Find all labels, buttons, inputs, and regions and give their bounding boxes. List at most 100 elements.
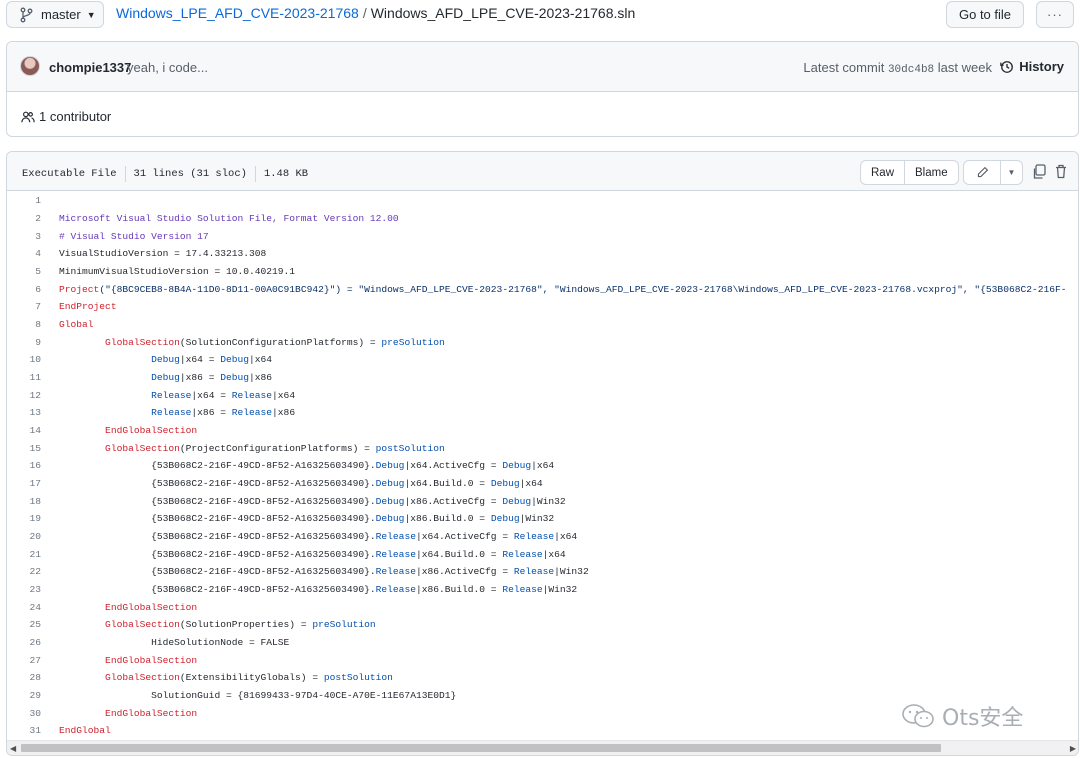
code-token: {53B068C2-216F-49CD-8F52-A16325603490}. (59, 531, 376, 543)
line-number[interactable]: 9 (7, 337, 41, 348)
code-token: Debug (375, 495, 405, 507)
commit-sha-link[interactable]: 30dc4b8 (888, 64, 934, 76)
line-content: {53B068C2-216F-49CD-8F52-A16325603490}.R… (41, 584, 577, 595)
code-token: Debug (502, 460, 532, 472)
line-number[interactable]: 8 (7, 319, 41, 330)
line-number[interactable]: 30 (7, 708, 41, 719)
line-number[interactable]: 4 (7, 248, 41, 259)
line-number[interactable]: 21 (7, 549, 41, 560)
line-number[interactable]: 14 (7, 425, 41, 436)
go-to-file-button[interactable]: Go to file (946, 1, 1024, 28)
blame-button[interactable]: Blame (904, 161, 958, 184)
line-number[interactable]: 29 (7, 690, 41, 701)
line-content: EndGlobalSection (41, 602, 197, 613)
raw-button[interactable]: Raw (861, 161, 904, 184)
code-token: SolutionGuid = {81699433-97D4-40CE-A70E-… (59, 690, 457, 702)
history-icon (1000, 60, 1014, 73)
line-number[interactable]: 12 (7, 390, 41, 401)
horizontal-scrollbar[interactable]: ◀ ▶ (7, 740, 1078, 755)
code-token: |x86 (272, 407, 296, 419)
copy-icon[interactable] (1032, 164, 1046, 180)
line-content: HideSolutionNode = FALSE (41, 637, 289, 648)
code-line: 7 EndProject (7, 298, 1078, 316)
history-link[interactable]: History (1000, 59, 1064, 74)
code-token: |x64 (249, 354, 273, 366)
line-number[interactable]: 17 (7, 478, 41, 489)
repo-link[interactable]: Windows_LPE_AFD_CVE-2023-21768 (116, 5, 359, 21)
code-line: 21 {53B068C2-216F-49CD-8F52-A16325603490… (7, 545, 1078, 563)
code-line: 18 {53B068C2-216F-49CD-8F52-A16325603490… (7, 492, 1078, 510)
code-token: Debug (59, 354, 180, 366)
branch-selector-button[interactable]: master ▼ (6, 1, 104, 28)
code-token: postSolution (323, 672, 393, 684)
code-token: EndGlobalSection (59, 425, 198, 437)
commit-author-link[interactable]: chompie1337 (49, 60, 131, 75)
code-line: 14 EndGlobalSection (7, 422, 1078, 440)
avatar[interactable] (20, 56, 40, 76)
code-line: 17 {53B068C2-216F-49CD-8F52-A16325603490… (7, 475, 1078, 493)
view-button-group: Raw Blame (860, 160, 959, 185)
code-token: GlobalSection (59, 672, 180, 684)
line-number[interactable]: 28 (7, 672, 41, 683)
line-number[interactable]: 22 (7, 566, 41, 577)
line-number[interactable]: 7 (7, 301, 41, 312)
line-number[interactable]: 23 (7, 584, 41, 595)
line-number[interactable]: 19 (7, 513, 41, 524)
line-number[interactable]: 6 (7, 284, 41, 295)
code-token: Project (59, 283, 100, 295)
code-token: |x64 = (191, 389, 232, 401)
line-number[interactable]: 27 (7, 655, 41, 666)
scrollbar-thumb[interactable] (21, 744, 941, 752)
line-number[interactable]: 3 (7, 231, 41, 242)
code-line: 1 (7, 192, 1078, 210)
breadcrumb-separator: / (362, 5, 367, 21)
line-number[interactable]: 1 (7, 195, 41, 206)
code-token: Release (59, 407, 192, 419)
code-line: 5 MinimumVisualStudioVersion = 10.0.40219… (7, 263, 1078, 281)
code-token: |x64 (519, 478, 543, 490)
code-token: HideSolutionNode = FALSE (59, 637, 290, 649)
code-token: (ProjectConfigurationPlatforms) = (179, 442, 376, 454)
line-number[interactable]: 24 (7, 602, 41, 613)
line-number[interactable]: 20 (7, 531, 41, 542)
line-number[interactable]: 18 (7, 496, 41, 507)
scroll-right-arrow-icon[interactable]: ▶ (1070, 744, 1076, 753)
contributors-link[interactable]: 1 contributor (21, 109, 111, 124)
code-token: Release (375, 531, 416, 543)
code-token: EndGlobal (59, 725, 111, 737)
code-token: Debug (490, 513, 520, 525)
line-number[interactable]: 26 (7, 637, 41, 648)
trash-icon[interactable] (1055, 164, 1067, 179)
line-content: {53B068C2-216F-49CD-8F52-A16325603490}.D… (41, 478, 543, 489)
code-line: 25 GlobalSection(SolutionProperties) = p… (7, 616, 1078, 634)
code-token: {53B068C2-216F-49CD-8F52-A16325603490}. (59, 460, 376, 472)
code-token: EndProject (59, 301, 117, 313)
code-token: |x86.Build.0 = (415, 584, 503, 596)
pencil-icon (977, 166, 988, 178)
line-number[interactable]: 13 (7, 407, 41, 418)
line-number[interactable]: 5 (7, 266, 41, 277)
code-token: GlobalSection (59, 619, 180, 631)
line-content: Debug|x86 = Debug|x86 (41, 372, 272, 383)
line-content: {53B068C2-216F-49CD-8F52-A16325603490}.R… (41, 549, 566, 560)
git-branch-icon (19, 7, 35, 23)
line-number[interactable]: 10 (7, 354, 41, 365)
edit-dropdown-button[interactable]: ▼ (1000, 161, 1022, 184)
line-number[interactable]: 25 (7, 619, 41, 630)
commit-message-link[interactable]: yeah, i code... (127, 60, 208, 75)
line-number[interactable]: 16 (7, 460, 41, 471)
breadcrumb: Windows_LPE_AFD_CVE-2023-21768/Windows_A… (116, 5, 635, 21)
watermark: Ots安全 (900, 700, 1023, 732)
code-token: Release (513, 566, 555, 578)
line-number[interactable]: 15 (7, 443, 41, 454)
line-number[interactable]: 11 (7, 372, 41, 383)
edit-file-button[interactable] (964, 161, 1000, 184)
code-token: Global (59, 319, 94, 331)
code-token: Debug (490, 478, 520, 490)
more-options-button[interactable]: ··· (1036, 1, 1074, 28)
line-content: Microsoft Visual Studio Solution File, F… (41, 213, 399, 224)
line-number[interactable]: 31 (7, 725, 41, 736)
code-token: Release (375, 566, 416, 578)
line-number[interactable]: 2 (7, 213, 41, 224)
scroll-left-arrow-icon[interactable]: ◀ (10, 744, 16, 753)
